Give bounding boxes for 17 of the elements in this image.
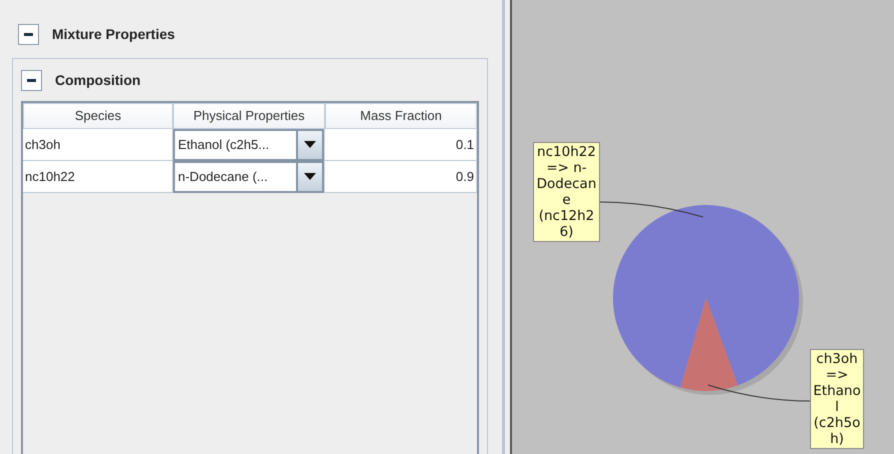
section-title: Mixture Properties — [52, 24, 175, 44]
column-header: Species — [23, 103, 173, 129]
dropdown[interactable]: Ethanol (c2h5... — [173, 128, 324, 160]
caret-icon — [304, 141, 316, 148]
collapse-toggle[interactable] — [21, 70, 42, 90]
collapse-toggle[interactable] — [18, 24, 39, 44]
column-header: Physical Properties — [173, 103, 325, 129]
table-cell: 0.9 — [325, 161, 477, 193]
caret-icon — [304, 173, 316, 180]
column-header: Mass Fraction — [325, 103, 477, 129]
table-cell: ch3oh — [23, 129, 173, 161]
dropdown[interactable]: n-Dodecane (... — [173, 160, 324, 192]
slice-label: ch3oh => Ethanol (c2h5oh) — [810, 349, 864, 449]
section-title: Composition — [55, 70, 141, 90]
table-cell: nc10h22 — [23, 161, 173, 193]
table-cell: 0.1 — [325, 129, 477, 161]
slice-label: nc10h22 => n-Dodecane (nc12h26) — [533, 142, 600, 242]
